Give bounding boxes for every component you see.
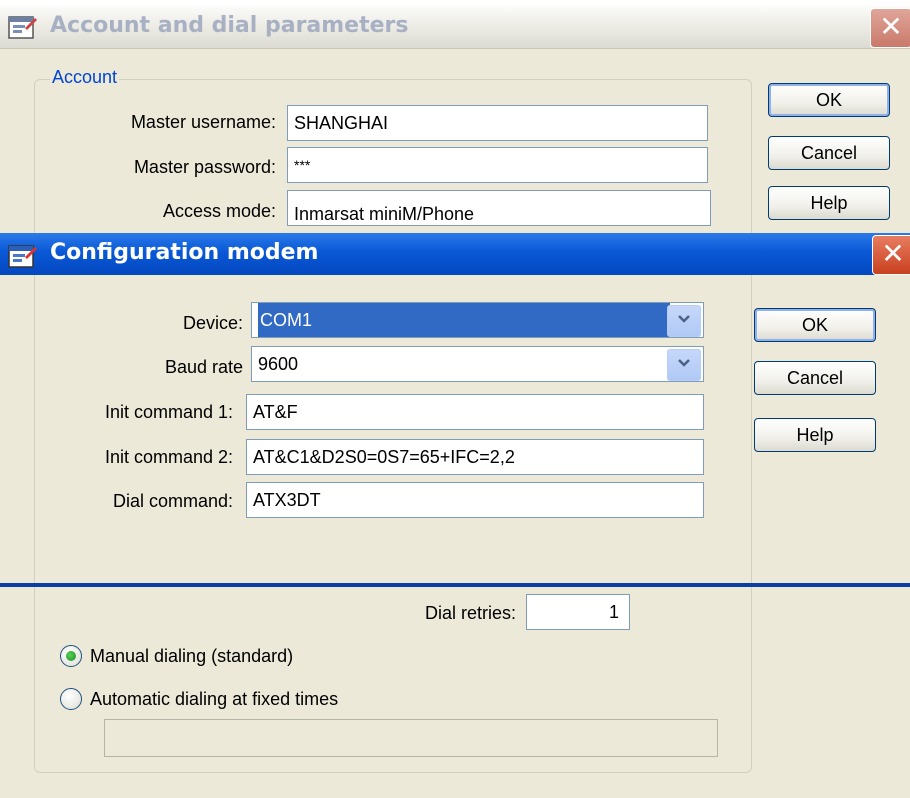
account-ok-button[interactable]: OK [768, 83, 890, 117]
master-password-label: Master password: [133, 157, 276, 177]
device-label: Device: [182, 313, 243, 333]
account-group-title: Account [50, 67, 120, 88]
device-select[interactable]: COM1 [251, 302, 704, 338]
radio-unselected-icon[interactable] [60, 688, 82, 710]
window-icon [8, 14, 38, 40]
manual-dialing-label[interactable]: Manual dialing (standard) [90, 646, 293, 667]
access-mode-select[interactable]: Inmarsat miniM/Phone [287, 190, 711, 226]
account-help-button[interactable]: Help [768, 186, 890, 220]
chevron-down-icon[interactable] [667, 305, 701, 337]
modem-dialog-bottom-border [0, 583, 910, 587]
master-password-field[interactable]: *** [287, 147, 708, 183]
window-icon [8, 243, 38, 269]
master-username-field[interactable]: SHANGHAI [287, 105, 708, 141]
modem-ok-button[interactable]: OK [754, 308, 876, 342]
device-selected-value: COM1 [258, 303, 670, 337]
baud-rate-label: Baud rate [164, 357, 243, 377]
dial-command-label: Dial command: [112, 491, 233, 511]
account-dialog-title: Account and dial parameters [50, 13, 409, 38]
close-icon[interactable]: ✕ [872, 235, 910, 275]
init-command-2-label: Init command 2: [104, 447, 233, 467]
master-username-label: Master username: [130, 112, 276, 132]
baud-rate-select[interactable]: 9600 [251, 346, 704, 382]
init-command-2-field[interactable]: AT&C1&D2S0=0S7=65+IFC=2,2 [246, 439, 704, 475]
radio-selected-icon[interactable] [60, 645, 82, 667]
dial-retries-field[interactable]: 1 [526, 594, 630, 630]
fixed-times-field [104, 719, 718, 757]
init-command-1-label: Init command 1: [104, 402, 233, 422]
account-cancel-button[interactable]: Cancel [768, 136, 890, 170]
modem-help-button[interactable]: Help [754, 418, 876, 452]
modem-dialog-title: Configuration modem [50, 240, 319, 265]
dial-retries-label: Dial retries: [424, 603, 516, 623]
chevron-down-icon[interactable] [667, 349, 701, 381]
access-mode-label: Access mode: [162, 201, 276, 221]
automatic-dialing-label[interactable]: Automatic dialing at fixed times [90, 689, 338, 710]
init-command-1-field[interactable]: AT&F [246, 394, 704, 430]
close-icon[interactable]: ✕ [870, 8, 910, 48]
modem-cancel-button[interactable]: Cancel [754, 361, 876, 395]
dial-command-field[interactable]: ATX3DT [246, 482, 704, 518]
